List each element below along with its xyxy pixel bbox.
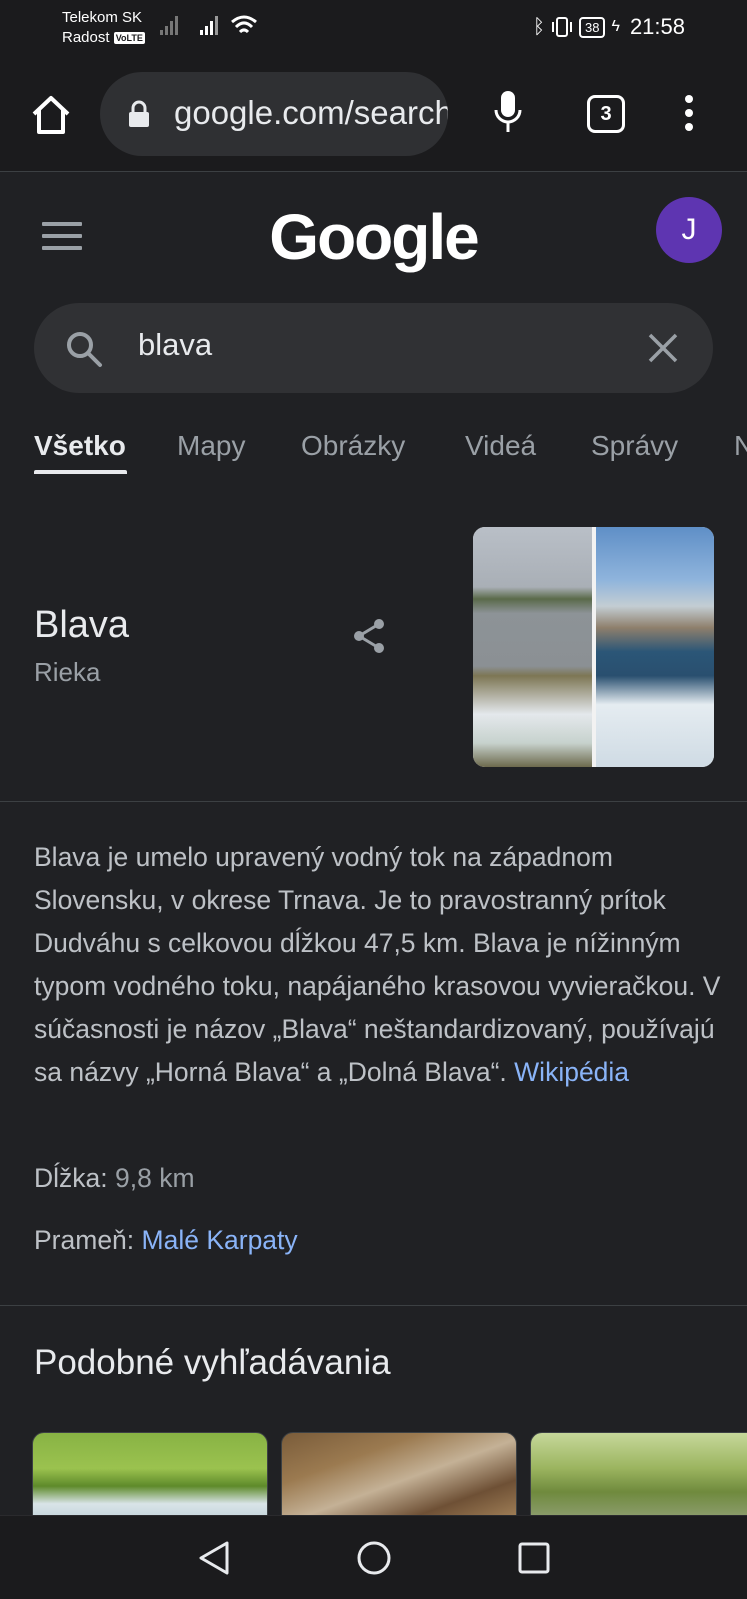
related-searches-title: Podobné vyhľadávania [34, 1343, 391, 1382]
battery-level: 38 [579, 16, 606, 38]
fact-value: 9,8 km [115, 1163, 195, 1193]
kp-subtitle: Rieka [34, 657, 101, 687]
kp-title: Blava [34, 604, 130, 646]
tab-all[interactable]: Všetko [34, 430, 126, 462]
wifi-icon [231, 15, 257, 34]
fact-source: Prameň: Malé Karpaty [34, 1225, 298, 1256]
screen: Telekom SK Radost VoLTE ᛒ 38 ϟ 21:58 goo… [0, 0, 747, 1599]
address-bar[interactable]: google.com/search [100, 72, 448, 156]
fact-length: Dĺžka: 9,8 km [34, 1163, 195, 1194]
city-river-image[interactable] [596, 527, 714, 767]
recent-apps-icon[interactable] [517, 1541, 551, 1575]
divider [0, 801, 747, 802]
search-icon[interactable] [64, 329, 104, 369]
carrier-1: Telekom SK [62, 9, 143, 26]
search-input[interactable] [138, 327, 618, 363]
lock-icon [129, 100, 149, 127]
volte-badge: VoLTE [113, 32, 145, 44]
tab-more[interactable]: N [734, 430, 747, 462]
home-nav-icon[interactable] [356, 1540, 392, 1576]
source-link[interactable]: Malé Karpaty [142, 1225, 298, 1255]
divider [0, 1305, 747, 1306]
fact-label: Dĺžka: [34, 1163, 108, 1193]
clock: 21:58 [629, 14, 685, 39]
google-logo[interactable]: Google [0, 200, 747, 274]
fact-label: Prameň: [34, 1225, 135, 1255]
charging-icon: ϟ [611, 18, 620, 35]
account-avatar[interactable]: J [656, 197, 722, 263]
tab-maps[interactable]: Mapy [177, 430, 245, 462]
active-tab-indicator [34, 470, 127, 474]
tab-news[interactable]: Správy [591, 430, 678, 462]
url-text: google.com/search [174, 94, 448, 131]
signal-icon-2 [200, 16, 218, 35]
back-icon[interactable] [197, 1540, 231, 1576]
vibrate-icon [552, 17, 572, 37]
google-header: Google J [0, 172, 747, 292]
carrier-2: Radost [62, 29, 110, 46]
status-right: ᛒ 38 ϟ 21:58 [533, 14, 685, 40]
bluetooth-icon: ᛒ [533, 15, 545, 38]
home-icon[interactable] [28, 92, 74, 138]
kp-image-collage[interactable] [473, 527, 714, 767]
status-bar: Telekom SK Radost VoLTE ᛒ 38 ϟ 21:58 [0, 0, 747, 58]
tab-images[interactable]: Obrázky [301, 430, 405, 462]
clear-icon[interactable] [646, 331, 680, 365]
browser-toolbar: google.com/search 3 [0, 58, 747, 172]
description-text: Blava je umelo upravený vodný tok na záp… [34, 842, 721, 1087]
mic-icon[interactable] [494, 90, 522, 134]
share-icon[interactable] [352, 617, 388, 655]
carrier-info: Telekom SK Radost VoLTE [62, 8, 145, 48]
wikipedia-link[interactable]: Wikipédia [514, 1057, 629, 1087]
kp-description: Blava je umelo upravený vodný tok na záp… [34, 836, 724, 1094]
signal-icon-1 [160, 16, 178, 35]
search-box[interactable] [34, 303, 713, 393]
river-winter-image[interactable] [473, 527, 592, 767]
tab-switcher-button[interactable]: 3 [587, 95, 625, 133]
android-nav-bar [0, 1515, 747, 1599]
overflow-menu-icon[interactable] [683, 95, 695, 135]
tab-videos[interactable]: Videá [465, 430, 536, 462]
